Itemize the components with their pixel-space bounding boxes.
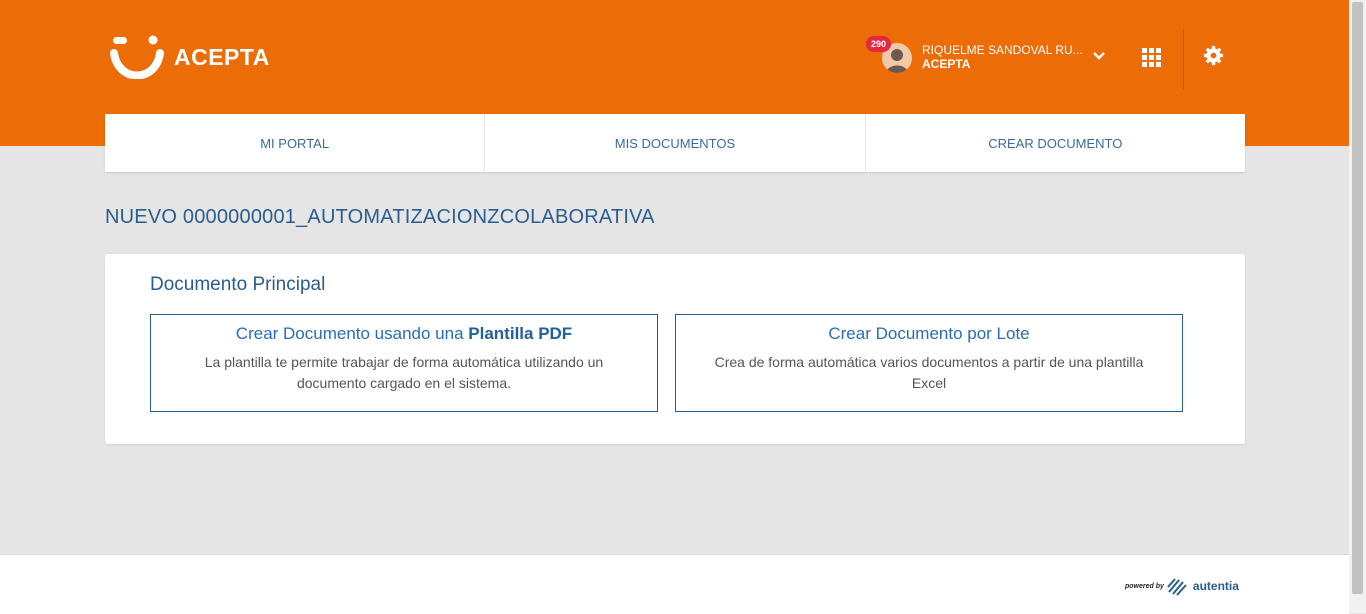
- tab-mis-documentos[interactable]: MIS DOCUMENTOS: [485, 114, 866, 172]
- user-menu[interactable]: 290 RIQUELME SANDOVAL RU... ACEPTA: [866, 36, 1116, 76]
- chevron-down-icon[interactable]: [1092, 51, 1106, 61]
- autentia-brand: autentia: [1192, 579, 1239, 593]
- tab-mi-portal[interactable]: MI PORTAL: [105, 114, 486, 172]
- autentia-logo-icon: [1167, 578, 1187, 596]
- page-title: NUEVO 0000000001_AUTOMATIZACIONZCOLABORA…: [105, 206, 655, 228]
- smile-logo-icon: [110, 35, 164, 79]
- vertical-scrollbar[interactable]: [1349, 0, 1366, 613]
- section-title: Documento Principal: [150, 274, 326, 295]
- powered-by-label: powered by: [1125, 582, 1164, 590]
- main-nav-tabs: MI PORTAL MIS DOCUMENTOS CREAR DOCUMENTO: [105, 114, 1245, 172]
- option-title-bold: Plantilla PDF: [468, 324, 573, 343]
- option-description: La plantilla te permite trabajar de form…: [204, 354, 604, 391]
- option-title-prefix: Crear Documento por Lote: [828, 324, 1030, 343]
- option-title: Crear Documento por Lote: [676, 324, 1182, 344]
- acepta-logo[interactable]: ACEPTA: [110, 35, 270, 79]
- notification-badge[interactable]: 290: [866, 36, 892, 52]
- document-card: Documento Principal Crear Documento usan…: [105, 254, 1245, 444]
- powered-by-autentia[interactable]: powered by autentia: [1125, 576, 1239, 596]
- option-title-prefix: Crear Documento usando una: [235, 324, 469, 343]
- user-name: RIQUELME SANDOVAL RU...: [922, 43, 1083, 57]
- brand-name: ACEPTA: [174, 43, 270, 70]
- gear-icon[interactable]: [1203, 45, 1224, 66]
- apps-grid-icon[interactable]: [1142, 48, 1161, 67]
- create-from-pdf-template-option[interactable]: Crear Documento usando una Plantilla PDF…: [150, 314, 658, 412]
- header-divider: [1183, 29, 1184, 89]
- user-organization: ACEPTA: [922, 57, 971, 71]
- option-description: Crea de forma automática varios document…: [714, 354, 1144, 391]
- option-title: Crear Documento usando una Plantilla PDF: [151, 324, 657, 344]
- tab-crear-documento[interactable]: CREAR DOCUMENTO: [866, 114, 1245, 172]
- create-batch-document-option[interactable]: Crear Documento por Lote Crea de forma a…: [675, 314, 1183, 412]
- scrollbar-thumb[interactable]: [1352, 2, 1363, 594]
